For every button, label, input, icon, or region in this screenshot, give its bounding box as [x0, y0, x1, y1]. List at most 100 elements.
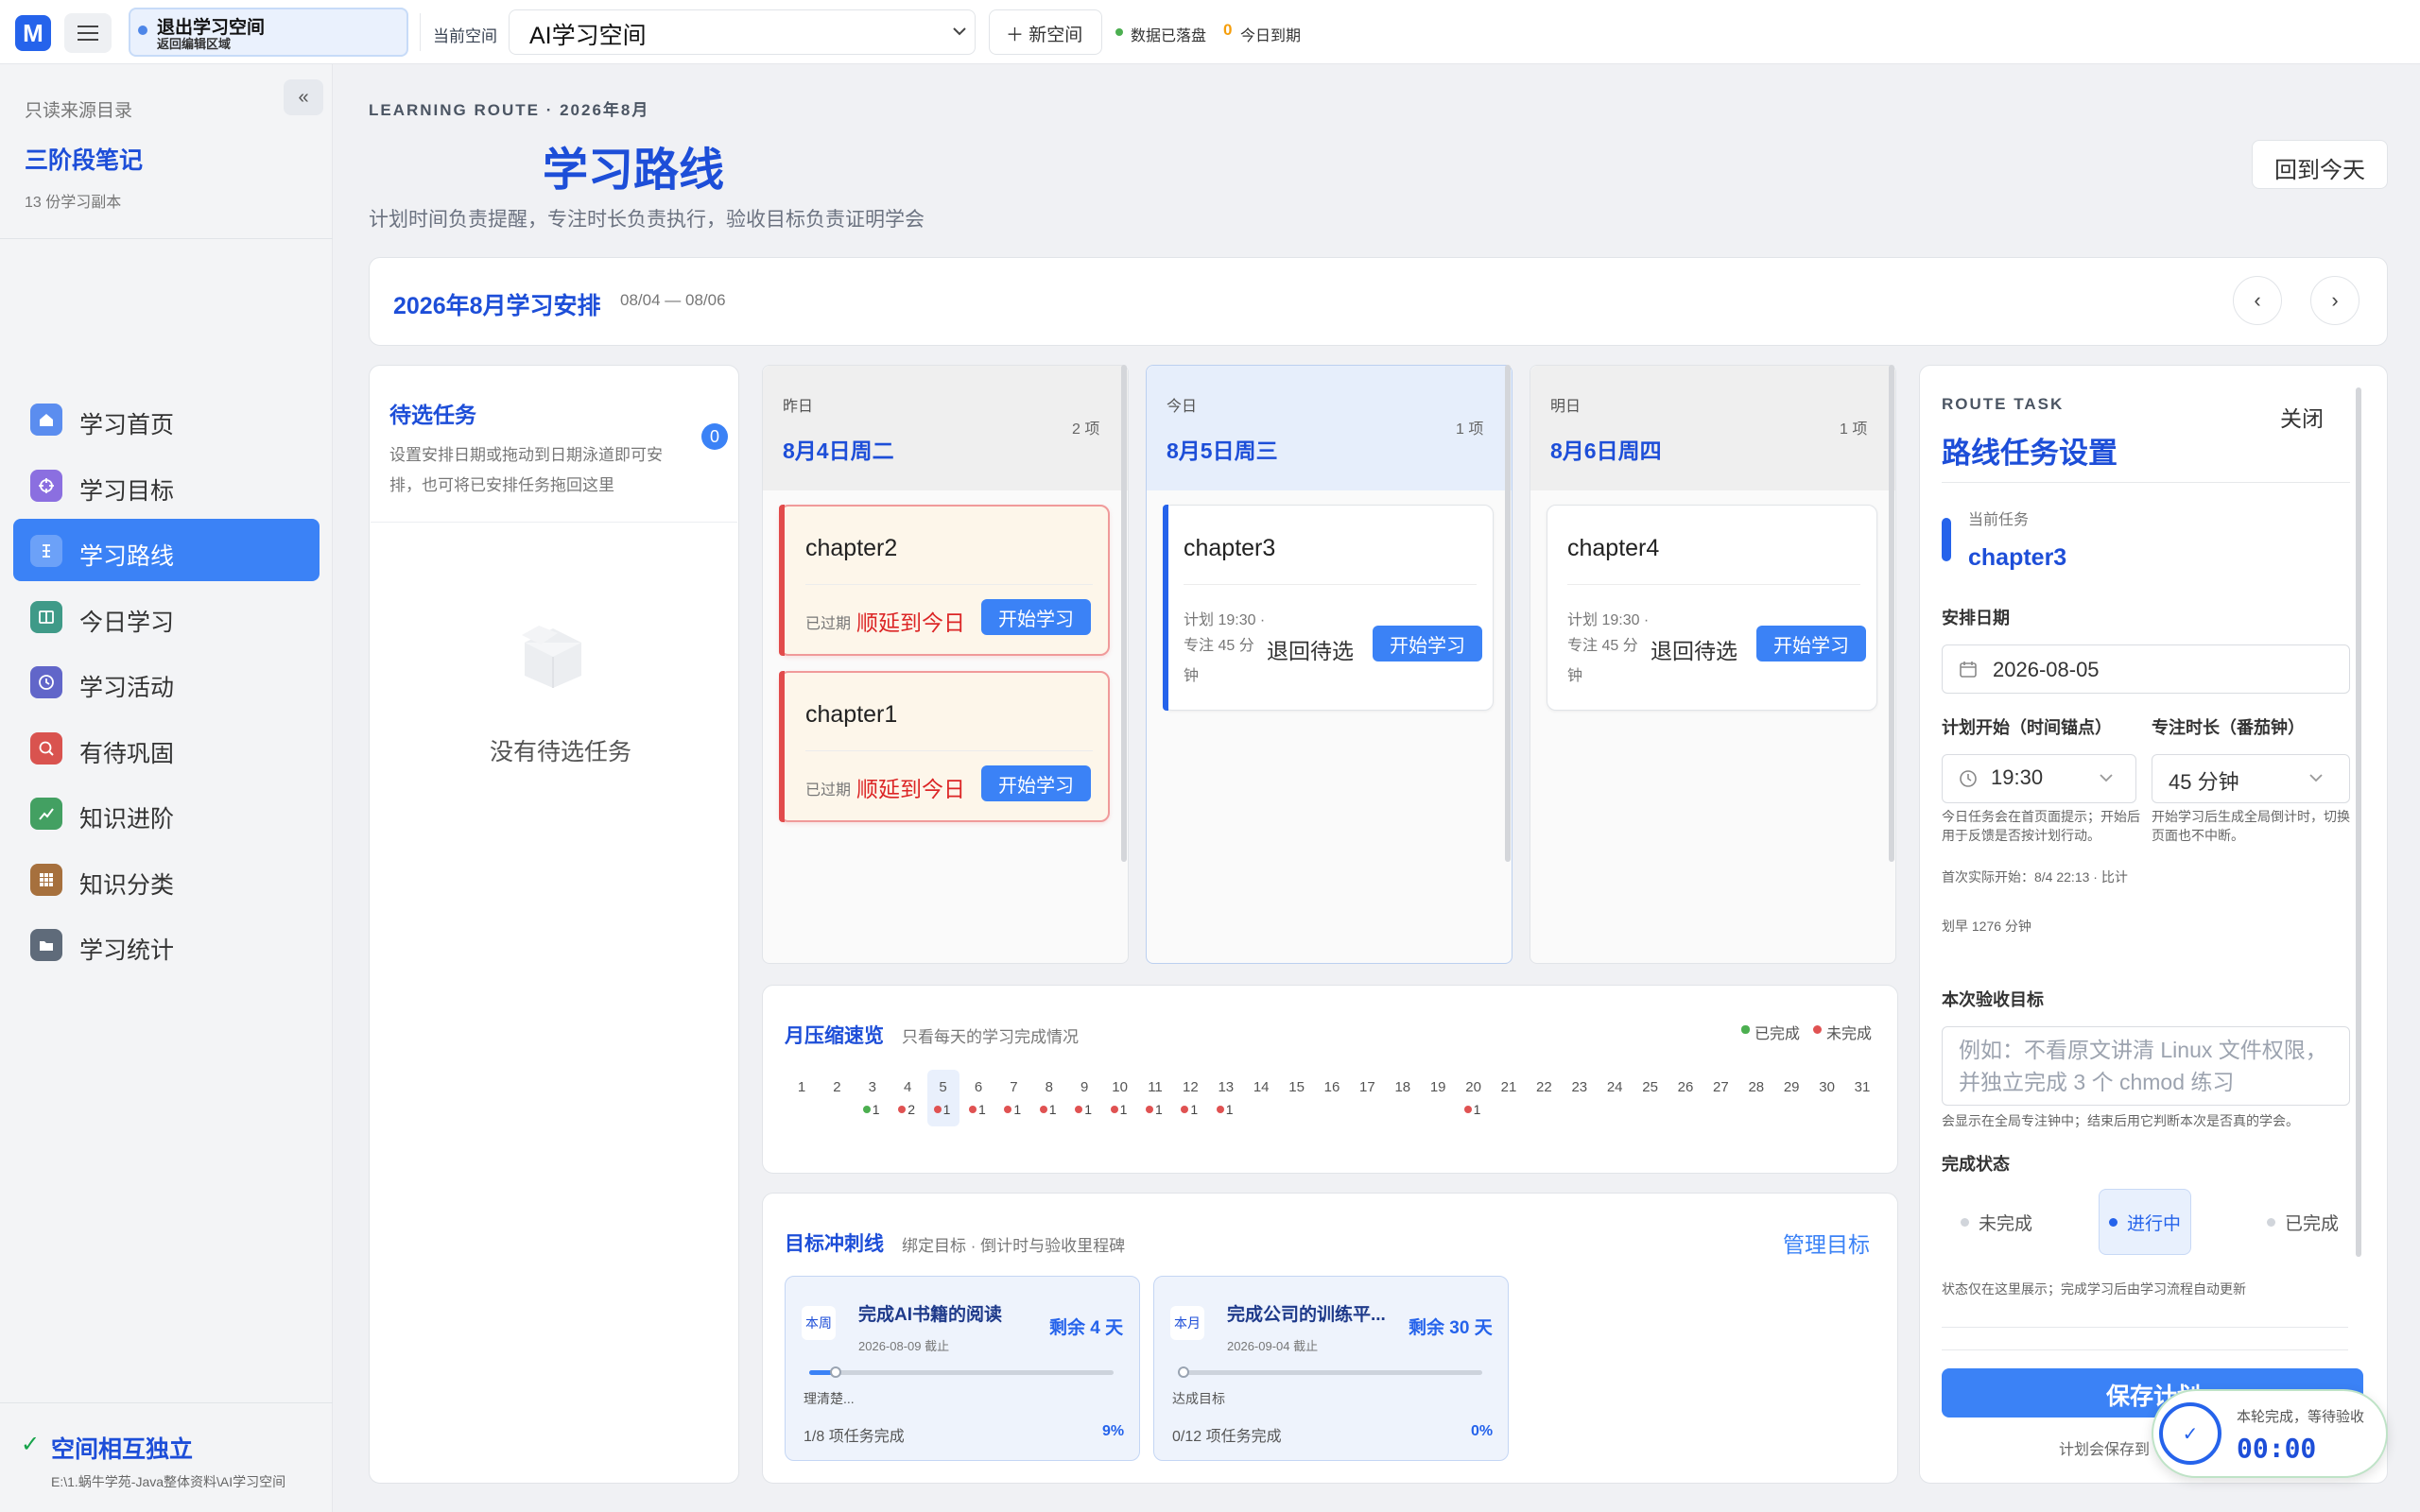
month-day-number[interactable]: 11 — [1141, 1079, 1169, 1095]
scrollbar[interactable] — [2356, 387, 2361, 1257]
month-day-number[interactable]: 18 — [1389, 1079, 1417, 1095]
divider — [371, 522, 737, 523]
month-day-number[interactable]: 19 — [1424, 1079, 1452, 1095]
status-not-done-button[interactable]: 未完成 — [1942, 1189, 2051, 1255]
divider — [420, 13, 421, 51]
goal-progress-track — [809, 1370, 1114, 1375]
month-day-number[interactable]: 13 — [1212, 1079, 1240, 1095]
postpone-button[interactable]: 顺延到今日 — [856, 605, 965, 637]
sidebar-item-6[interactable]: 有待巩固 — [13, 716, 320, 779]
sidebar-item-9[interactable]: 学习统计 — [13, 913, 320, 975]
route-task-eyebrow: ROUTE TASK — [1942, 395, 2065, 413]
month-overview-desc: 只看每天的学习完成情况 — [902, 1028, 1079, 1046]
collapse-sidebar-button[interactable]: « — [284, 79, 323, 115]
start-study-button[interactable]: 开始学习 — [981, 765, 1091, 801]
close-button[interactable]: 关闭 — [2280, 401, 2324, 433]
chevron-down-icon — [2309, 774, 2323, 782]
sidebar-item-1[interactable]: 学习首页 — [13, 387, 320, 450]
return-pending-button[interactable]: 退回待选 — [1651, 633, 1737, 665]
status-done-button[interactable]: 已完成 — [2248, 1189, 2358, 1255]
month-day-number[interactable]: 14 — [1247, 1079, 1275, 1095]
sidebar-item-2[interactable]: 学习目标 — [13, 454, 320, 516]
month-day-dot — [969, 1106, 977, 1113]
month-day-number[interactable]: 4 — [893, 1079, 922, 1095]
month-day-number[interactable]: 26 — [1671, 1079, 1700, 1095]
goal-days-left: 剩余 30 天 — [1409, 1318, 1493, 1338]
home-icon — [30, 404, 62, 436]
month-day-count: 1 — [1013, 1102, 1022, 1117]
legend-done-dot — [1741, 1025, 1750, 1034]
sidebar-item-8[interactable]: 知识分类 — [13, 848, 320, 910]
month-day-number[interactable]: 3 — [858, 1079, 887, 1095]
month-day-number[interactable]: 16 — [1318, 1079, 1346, 1095]
overdue-label: 已过期 — [805, 782, 852, 799]
month-day-number[interactable]: 17 — [1353, 1079, 1381, 1095]
return-pending-button[interactable]: 退回待选 — [1267, 633, 1354, 665]
clock-icon — [1960, 770, 1977, 787]
start-study-button[interactable]: 开始学习 — [1756, 626, 1866, 662]
scrollbar[interactable] — [1505, 365, 1511, 862]
month-day-number[interactable]: 1 — [787, 1079, 816, 1095]
month-day-number[interactable]: 10 — [1106, 1079, 1134, 1095]
acceptance-goal-hint: 会显示在全局专注钟中；结束后用它判断本次是否真的学会。 — [1942, 1113, 2299, 1128]
month-day-number[interactable]: 27 — [1706, 1079, 1735, 1095]
month-day-number[interactable]: 2 — [822, 1079, 851, 1095]
month-day-number[interactable]: 6 — [964, 1079, 993, 1095]
month-day-count: 1 — [1119, 1102, 1128, 1117]
week-range: 08/04 — 08/06 — [620, 291, 726, 309]
month-day-number[interactable]: 24 — [1600, 1079, 1629, 1095]
sidebar-item-label: 学习统计 — [79, 937, 175, 964]
sidebar-item-3[interactable]: 学习路线 — [13, 519, 320, 581]
legend-done: 已完成 — [1754, 1026, 1801, 1042]
postpone-button[interactable]: 顺延到今日 — [856, 771, 965, 803]
month-day-number[interactable]: 30 — [1813, 1079, 1841, 1095]
scrollbar[interactable] — [1889, 365, 1894, 862]
pending-title: 待选任务 — [389, 403, 476, 427]
divider — [1184, 584, 1477, 585]
month-day-number[interactable]: 20 — [1460, 1079, 1488, 1095]
month-day-number[interactable]: 29 — [1777, 1079, 1806, 1095]
focus-duration-value: 45 分钟 — [2169, 770, 2239, 794]
scrollbar[interactable] — [1121, 365, 1127, 862]
space-select-value: AI学习空间 — [529, 23, 647, 49]
month-day-number[interactable]: 15 — [1283, 1079, 1311, 1095]
page-subtitle: 计划时间负责提醒，专注时长负责执行，验收目标负责证明学会 — [369, 209, 925, 231]
month-day-number[interactable]: 12 — [1176, 1079, 1204, 1095]
sidebar-item-5[interactable]: 学习活动 — [13, 650, 320, 713]
day-tag: 明日 — [1550, 399, 1582, 415]
start-study-button[interactable]: 开始学习 — [1373, 626, 1482, 662]
month-day-number[interactable]: 9 — [1070, 1079, 1098, 1095]
space-path: E:\1.蜗牛学苑-Java整体资料\AI学习空间 — [51, 1474, 286, 1489]
sidebar-item-label: 学习目标 — [79, 477, 175, 505]
status-in-progress-button[interactable]: 进行中 — [2099, 1189, 2191, 1255]
day-count: 2 项 — [1072, 421, 1100, 438]
prev-week-button[interactable]: ‹ — [2233, 276, 2282, 325]
month-day-number[interactable]: 5 — [929, 1079, 958, 1095]
sidebar-item-7[interactable]: 知识进阶 — [13, 782, 320, 844]
plan-start-label: 计划开始（时间锚点） — [1942, 718, 2112, 737]
month-day-number[interactable]: 7 — [999, 1079, 1028, 1095]
manage-goals-link[interactable]: 管理目标 — [1783, 1227, 1870, 1259]
day-name: 8月5日周三 — [1167, 438, 1278, 463]
month-day-number[interactable]: 22 — [1530, 1079, 1558, 1095]
month-day-number[interactable]: 28 — [1742, 1079, 1771, 1095]
month-day-number[interactable]: 25 — [1636, 1079, 1665, 1095]
pending-panel — [369, 365, 739, 1484]
month-day-number[interactable]: 31 — [1848, 1079, 1876, 1095]
month-day-number[interactable]: 23 — [1565, 1079, 1594, 1095]
divider — [805, 584, 1093, 585]
book-title[interactable]: 三阶段笔记 — [25, 142, 143, 176]
sidebar-item-4[interactable]: 今日学习 — [13, 585, 320, 647]
app-logo[interactable]: M — [15, 15, 51, 51]
menu-button[interactable] — [64, 13, 112, 53]
goal-task-progress: 0/12 项任务完成 — [1172, 1429, 1282, 1445]
next-week-button[interactable]: › — [2310, 276, 2360, 325]
legend-undone: 未完成 — [1826, 1026, 1873, 1042]
card-accent-bar — [779, 671, 785, 822]
month-day-number[interactable]: 8 — [1035, 1079, 1063, 1095]
task-title: chapter2 — [805, 535, 898, 561]
month-day-dot — [933, 1106, 942, 1113]
start-study-button[interactable]: 开始学习 — [981, 599, 1091, 635]
month-day-number[interactable]: 21 — [1495, 1079, 1523, 1095]
route-task-title: 路线任务设置 — [1942, 437, 2118, 470]
